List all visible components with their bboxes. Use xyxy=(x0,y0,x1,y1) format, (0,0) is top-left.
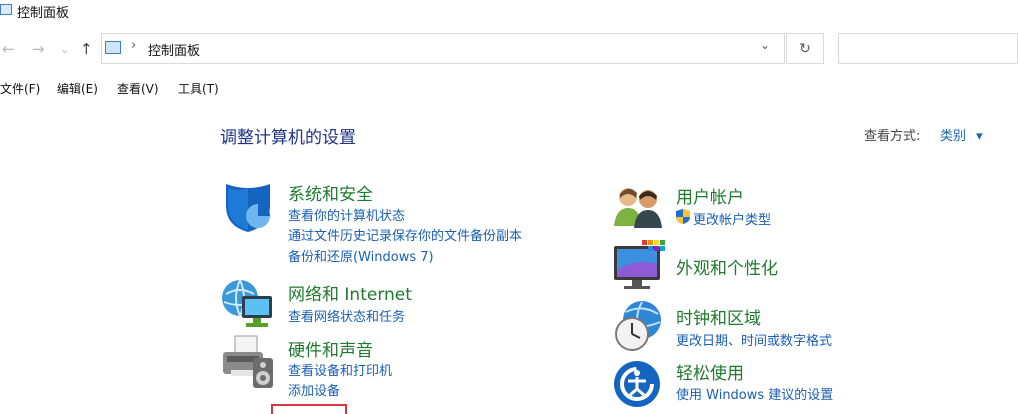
category-user-accounts[interactable]: 用户帐户 xyxy=(676,183,744,208)
menu-view[interactable]: 查看(V) xyxy=(117,80,159,97)
search-input[interactable] xyxy=(838,33,1018,64)
menu-file[interactable]: 文件(F) xyxy=(0,80,40,97)
category-ease-of-access[interactable]: 轻松使用 xyxy=(676,359,744,384)
up-button[interactable]: ↑ xyxy=(80,40,93,58)
link-file-history[interactable]: 通过文件历史记录保存你的文件备份副本 xyxy=(288,225,522,244)
ease-of-access-icon[interactable] xyxy=(612,359,662,409)
chevron-down-icon: ▾ xyxy=(976,129,983,144)
link-devices-printers[interactable]: 查看设备和打印机 xyxy=(288,360,392,379)
menu-tools[interactable]: 工具(T) xyxy=(178,80,219,97)
network-icon[interactable] xyxy=(220,276,276,332)
category-hardware-sound[interactable]: 硬件和声音 xyxy=(288,336,373,361)
view-by-value: 类别 xyxy=(940,129,967,144)
highlight-box xyxy=(271,404,347,414)
link-add-device[interactable]: 添加设备 xyxy=(288,380,340,399)
category-appearance-personalization[interactable]: 外观和个性化 xyxy=(676,254,778,279)
page-title: 调整计算机的设置 xyxy=(220,128,356,148)
link-backup-restore[interactable]: 备份和还原(Windows 7) xyxy=(288,246,434,265)
link-view-computer-status[interactable]: 查看你的计算机状态 xyxy=(288,205,405,224)
clock-icon[interactable] xyxy=(612,300,664,352)
forward-button[interactable]: → xyxy=(32,40,45,58)
recent-locations-button[interactable]: ⌄ xyxy=(60,43,69,56)
link-recommended-settings[interactable]: 使用 Windows 建议的设置 xyxy=(676,384,833,403)
link-network-status[interactable]: 查看网络状态和任务 xyxy=(288,306,405,325)
window-title: 控制面板 xyxy=(17,6,70,21)
control-panel-icon xyxy=(0,4,12,15)
menu-edit[interactable]: 编辑(E) xyxy=(57,80,98,97)
printer-icon[interactable] xyxy=(221,334,275,390)
link-change-account-type[interactable]: 更改帐户类型 xyxy=(693,209,771,228)
uac-shield-icon xyxy=(676,209,690,224)
users-icon[interactable] xyxy=(612,184,664,230)
category-system-security[interactable]: 系统和安全 xyxy=(288,180,373,205)
view-by-label: 查看方式: xyxy=(864,129,921,144)
view-by-dropdown[interactable]: 类别 ▾ xyxy=(940,125,983,144)
breadcrumb-separator-icon[interactable]: › xyxy=(131,38,136,53)
link-change-date-time[interactable]: 更改日期、时间或数字格式 xyxy=(676,330,832,349)
address-dropdown-icon[interactable]: ⌄ xyxy=(760,38,770,52)
category-clock-region[interactable]: 时钟和区域 xyxy=(676,304,761,329)
shield-icon[interactable] xyxy=(222,180,274,234)
refresh-button[interactable]: ↻ xyxy=(786,33,824,64)
breadcrumb-control-panel[interactable]: 控制面板 xyxy=(148,40,200,59)
monitor-icon[interactable] xyxy=(612,240,666,292)
refresh-icon: ↻ xyxy=(799,40,811,57)
address-bar[interactable] xyxy=(101,33,785,64)
control-panel-small-icon xyxy=(105,41,121,54)
category-network-internet[interactable]: 网络和 Internet xyxy=(288,280,412,305)
title-bar xyxy=(0,0,1018,22)
back-button[interactable]: ← xyxy=(2,40,15,58)
